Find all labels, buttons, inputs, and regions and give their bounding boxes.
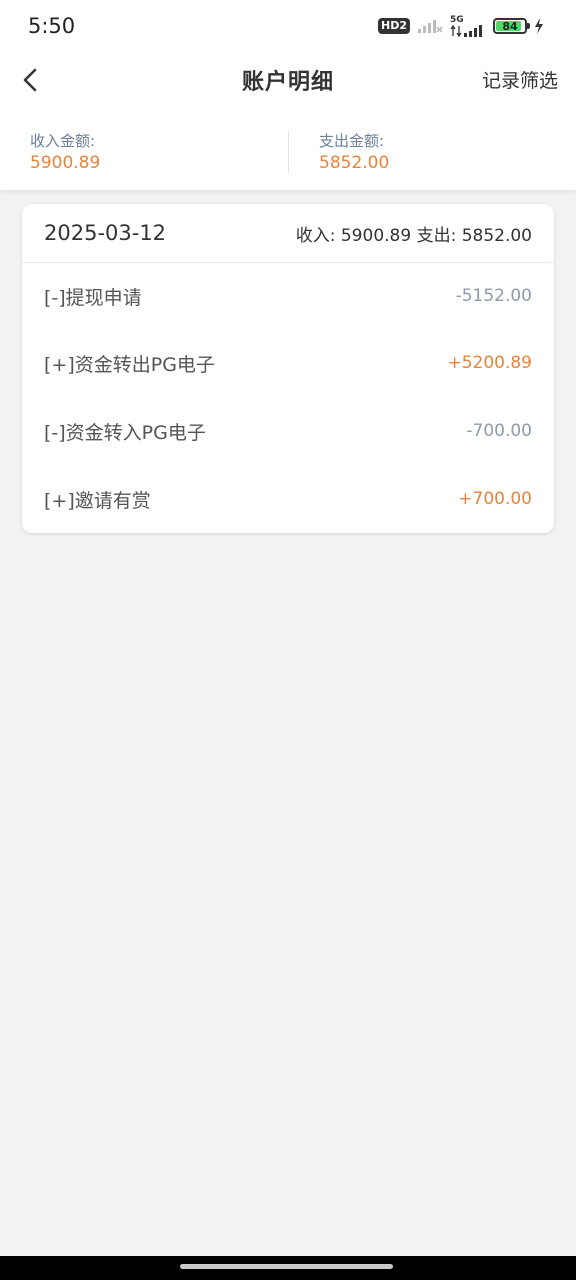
transaction-row[interactable]: [+]资金转出PG电子 +5200.89	[22, 329, 554, 397]
day-date: 2025-03-12	[44, 221, 167, 245]
system-navigation-bar	[0, 1256, 576, 1280]
expense-label: 支出金额:	[319, 132, 385, 150]
account-details-page: 5:50 HD2 5G 84 账户明细 记录筛选 收入金额: 5900.89 支…	[0, 0, 576, 1280]
transaction-label: [-]资金转入PG电子	[44, 421, 206, 444]
battery-level: 84	[502, 19, 518, 33]
transaction-amount: +700.00	[458, 489, 532, 509]
expense-summary: 支出金额: 5852.00	[288, 130, 576, 174]
day-transactions-card: 2025-03-12 收入: 5900.89 支出: 5852.00 [-]提现…	[22, 204, 554, 533]
transaction-amount: -700.00	[466, 421, 532, 441]
transaction-amount: -5152.00	[455, 286, 532, 306]
expense-value: 5852.00	[319, 153, 390, 173]
transaction-row[interactable]: [-]提现申请 -5152.00	[22, 263, 554, 329]
status-time: 5:50	[28, 14, 76, 38]
battery-icon: 84	[493, 18, 530, 34]
status-bar: 5:50 HD2 5G 84	[0, 0, 576, 52]
chevron-left-icon	[23, 68, 37, 92]
wifi-disabled-signal-icon	[418, 20, 443, 33]
transaction-row[interactable]: [-]资金转入PG电子 -700.00	[22, 397, 554, 465]
transaction-label: [-]提现申请	[44, 286, 142, 309]
navigation-bar: 账户明细 记录筛选	[0, 52, 576, 108]
day-header: 2025-03-12 收入: 5900.89 支出: 5852.00	[22, 204, 554, 263]
transaction-list: [-]提现申请 -5152.00 [+]资金转出PG电子 +5200.89 [-…	[22, 263, 554, 533]
income-label: 收入金额:	[30, 132, 96, 150]
page-title: 账户明细	[241, 70, 334, 95]
charging-bolt-icon	[535, 18, 543, 34]
day-totals: 收入: 5900.89 支出: 5852.00	[295, 225, 532, 246]
income-value: 5900.89	[30, 153, 101, 173]
record-filter-button[interactable]: 记录筛选	[482, 66, 558, 93]
hd-voice-icon: HD2	[378, 18, 410, 34]
summary-panel: 收入金额: 5900.89 支出金额: 5852.00	[0, 108, 576, 190]
cellular-signal: 5G	[450, 14, 486, 37]
transaction-label: [+]邀请有赏	[44, 489, 151, 512]
network-type-label: 5G	[450, 14, 464, 25]
transaction-row[interactable]: [+]邀请有赏 +700.00	[22, 465, 554, 533]
transaction-label: [+]资金转出PG电子	[44, 353, 215, 376]
home-indicator[interactable]	[180, 1264, 393, 1269]
back-button[interactable]	[10, 60, 50, 100]
battery-cap	[527, 23, 530, 29]
transaction-amount: +5200.89	[447, 353, 532, 373]
cellular-signal-icon	[450, 24, 482, 37]
status-icons: HD2 5G 84	[378, 14, 544, 37]
income-summary: 收入金额: 5900.89	[0, 108, 288, 174]
